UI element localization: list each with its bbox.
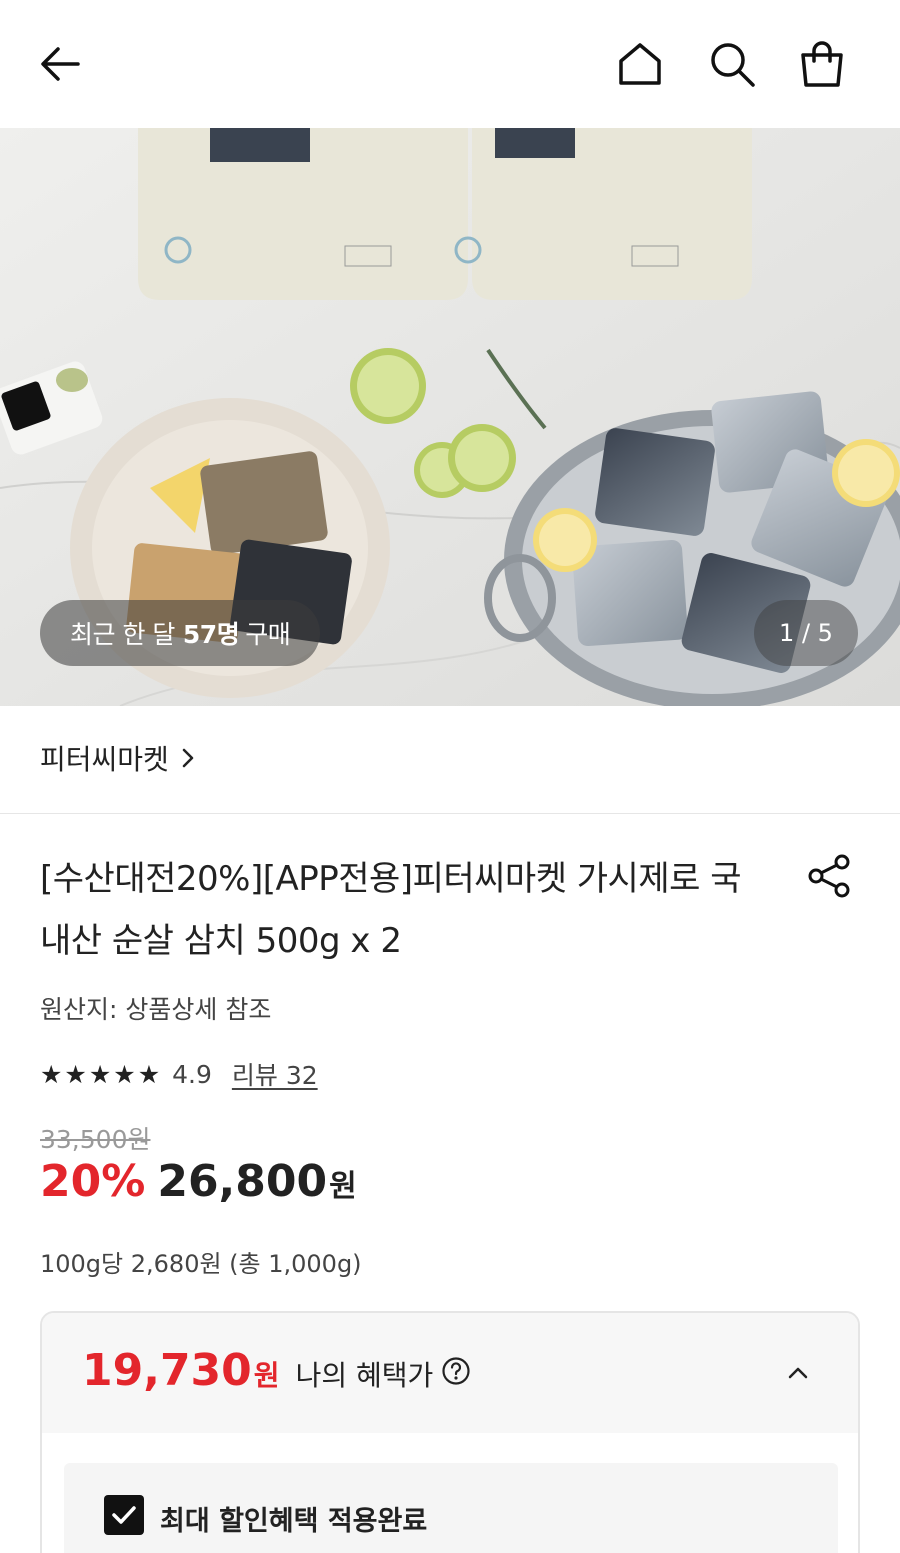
- top-bar: [0, 0, 900, 128]
- price-row: 20% 26,800 원: [40, 1156, 357, 1207]
- applied-checkbox[interactable]: [104, 1495, 144, 1535]
- product-image-carousel[interactable]: 최근 한 달 57명 구매 1 / 5: [0, 128, 900, 706]
- benefit-price-card: 19,730 원 나의 혜택가 최대 할인혜택 적용완료: [40, 1311, 860, 1553]
- rating-value: 4.9: [172, 1059, 212, 1089]
- store-link[interactable]: 피터씨마켓: [40, 738, 195, 778]
- cart-button[interactable]: [794, 36, 850, 92]
- discount-rate: 20%: [40, 1156, 146, 1207]
- review-link[interactable]: 리뷰 32: [232, 1056, 318, 1092]
- recent-purchase-badge: 최근 한 달 57명 구매: [40, 600, 321, 666]
- carousel-page-indicator: 1 / 5: [754, 600, 858, 666]
- purchase-suffix: 구매: [245, 620, 291, 649]
- section-divider: [0, 813, 900, 814]
- help-icon[interactable]: [441, 1356, 471, 1386]
- original-price: 33,500원: [40, 1125, 151, 1154]
- purchase-prefix: 최근 한 달: [70, 620, 175, 649]
- arrow-left-icon: [41, 47, 80, 81]
- origin-info: 원산지: 상품상세 참조: [40, 995, 272, 1024]
- search-button[interactable]: [704, 36, 760, 92]
- star-rating: ★ ★ ★ ★ ★: [40, 1062, 162, 1087]
- benefit-price-value: 19,730: [82, 1345, 252, 1396]
- star-icon: ★: [64, 1059, 87, 1089]
- back-button[interactable]: [32, 36, 88, 92]
- sale-price: 26,800: [157, 1156, 328, 1207]
- max-discount-applied: 최대 할인혜택 적용완료: [64, 1463, 838, 1553]
- collapse-button[interactable]: [778, 1353, 818, 1393]
- share-button[interactable]: [800, 846, 860, 906]
- rating-row: ★ ★ ★ ★ ★ 4.9 리뷰 32: [40, 1056, 318, 1092]
- star-icon: ★: [113, 1059, 136, 1089]
- benefit-price-currency: 원: [253, 1359, 280, 1392]
- benefit-header[interactable]: 19,730 원 나의 혜택가: [42, 1313, 858, 1433]
- product-title: [수산대전20%][APP전용]피터씨마켓 가시제로 국내산 순살 삼치 500…: [40, 859, 742, 961]
- home-button[interactable]: [612, 36, 668, 92]
- chevron-up-icon: [788, 1367, 808, 1379]
- share-icon: [808, 854, 850, 898]
- shopping-bag-icon: [801, 41, 843, 87]
- checkmark-icon: [112, 1506, 136, 1524]
- benefit-price-label: 나의 혜택가: [295, 1359, 434, 1392]
- star-icon: ★: [88, 1059, 112, 1089]
- benefit-price: 19,730 원 나의 혜택가: [82, 1345, 471, 1396]
- star-icon: ★: [40, 1059, 63, 1089]
- store-name: 피터씨마켓: [40, 743, 169, 776]
- home-icon: [619, 43, 661, 85]
- star-icon: ★: [137, 1059, 161, 1089]
- applied-label: 최대 할인혜택 적용완료: [160, 1506, 428, 1537]
- search-icon: [711, 43, 755, 87]
- unit-price: 100g당 2,680원 (총 1,000g): [40, 1250, 362, 1278]
- sale-price-currency: 원: [329, 1169, 357, 1204]
- purchase-count: 57명: [182, 620, 240, 649]
- chevron-right-icon: [182, 748, 194, 768]
